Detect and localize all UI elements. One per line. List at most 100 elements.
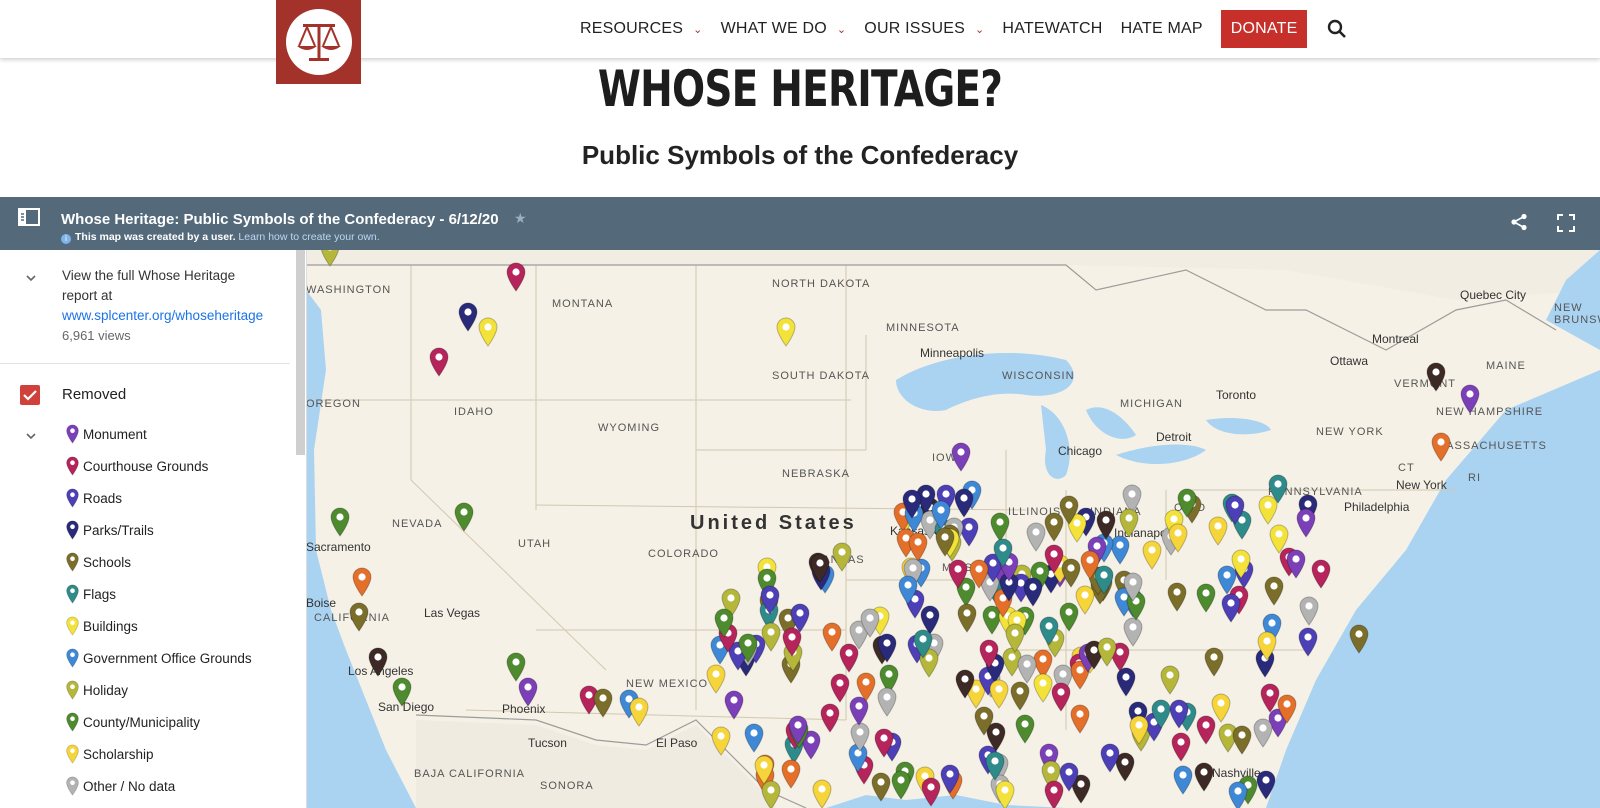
map-pin-icon[interactable] — [754, 755, 774, 785]
map-pin-icon[interactable] — [429, 347, 449, 377]
legend-item[interactable]: Parks/Trails — [66, 514, 252, 546]
map-pin-icon[interactable] — [871, 772, 891, 802]
map-pin-icon[interactable] — [1080, 550, 1100, 580]
donate-button[interactable]: DONATE — [1220, 10, 1308, 48]
map-pin-icon[interactable] — [1299, 596, 1319, 626]
map-pin-icon[interactable] — [1460, 384, 1480, 414]
chevron-down-icon[interactable] — [25, 430, 37, 442]
map-pin-icon[interactable] — [1277, 694, 1297, 725]
legend-item[interactable]: Other / No data — [66, 770, 252, 802]
map-pin-icon[interactable] — [948, 559, 968, 590]
search-icon[interactable] — [1327, 19, 1347, 39]
nav-hate-map[interactable]: HATE MAP — [1121, 20, 1203, 38]
legend-item[interactable]: Holiday — [66, 674, 252, 706]
map-pin-icon[interactable] — [877, 687, 897, 717]
map-pin-icon[interactable] — [902, 489, 922, 519]
map-pin-icon[interactable] — [629, 697, 649, 727]
map-pin-icon[interactable] — [921, 777, 941, 807]
nav-our-issues[interactable]: OUR ISSUES ⌄ — [864, 20, 984, 38]
map-pin-icon[interactable] — [978, 639, 999, 669]
map-pin-icon[interactable] — [776, 317, 796, 347]
map-pin-icon[interactable] — [478, 317, 498, 347]
map-pin-icon[interactable] — [1100, 743, 1120, 773]
learn-link[interactable]: Learn how to create your own. — [238, 231, 379, 243]
map-pin-icon[interactable] — [1015, 714, 1035, 744]
map-pin-icon[interactable] — [1033, 673, 1053, 704]
map-pin-icon[interactable] — [738, 633, 758, 663]
map-pin-icon[interactable] — [877, 633, 897, 663]
map-pin-icon[interactable] — [761, 622, 781, 653]
map-pin-icon[interactable] — [913, 629, 933, 660]
map-pin-icon[interactable] — [1177, 488, 1197, 518]
map-pin-icon[interactable] — [969, 559, 989, 589]
map-pin-icon[interactable] — [1168, 523, 1188, 553]
map-pin-icon[interactable] — [1023, 577, 1043, 607]
map-pin-icon[interactable] — [392, 677, 412, 707]
map-pin-icon[interactable] — [1257, 631, 1277, 662]
legend-item[interactable]: Scholarship — [66, 738, 252, 770]
map-pin-icon[interactable] — [593, 688, 613, 718]
map-pin-icon[interactable] — [1169, 699, 1189, 730]
legend-item[interactable]: Courthouse Grounds — [66, 450, 252, 482]
map-pin-icon[interactable] — [1296, 508, 1316, 538]
map-pin-icon[interactable] — [856, 672, 876, 702]
map-pin-icon[interactable] — [1204, 647, 1224, 677]
map-pin-icon[interactable] — [953, 488, 974, 518]
map-pin-icon[interactable] — [985, 751, 1005, 781]
star-icon[interactable]: ★ — [514, 210, 527, 227]
map-pin-icon[interactable] — [955, 669, 975, 700]
fullscreen-icon[interactable] — [1556, 213, 1576, 233]
map-pin-icon[interactable] — [352, 567, 372, 597]
map-pin-icon[interactable] — [518, 677, 538, 707]
nav-hatewatch[interactable]: HATEWATCH — [1002, 20, 1102, 38]
map-pin-icon[interactable] — [454, 502, 474, 532]
map-pin-icon[interactable] — [940, 764, 960, 794]
legend-item[interactable]: Flags — [66, 578, 252, 610]
map-pin-icon[interactable] — [1059, 495, 1079, 525]
map-pin-icon[interactable] — [1026, 522, 1046, 552]
map-pin-icon[interactable] — [1075, 585, 1095, 615]
map-pin-icon[interactable] — [1010, 681, 1030, 711]
map-pin-icon[interactable] — [1298, 627, 1318, 657]
map-pin-icon[interactable] — [874, 728, 894, 759]
map-pin-icon[interactable] — [1258, 495, 1278, 526]
map-pin-icon[interactable] — [1221, 593, 1241, 623]
map-pin-icon[interactable] — [1225, 495, 1245, 525]
map-pin-icon[interactable] — [1269, 524, 1289, 555]
map-pin-icon[interactable] — [995, 780, 1015, 808]
map-pin-icon[interactable] — [760, 585, 780, 615]
map-pin-icon[interactable] — [898, 575, 918, 605]
map-pin-icon[interactable] — [706, 664, 726, 694]
map-pin-icon[interactable] — [1142, 540, 1162, 570]
map-pin-icon[interactable] — [989, 679, 1009, 710]
map-pin-icon[interactable] — [1431, 432, 1451, 462]
map-pin-icon[interactable] — [1097, 637, 1117, 668]
legend-item[interactable]: Monument — [66, 418, 252, 450]
map-pin-icon[interactable] — [1232, 725, 1252, 755]
map-pin-icon[interactable] — [349, 602, 369, 632]
map-pin-icon[interactable] — [744, 723, 764, 753]
report-link[interactable]: www.splcenter.org/whoseheritage — [62, 306, 267, 326]
map-pin-icon[interactable] — [935, 527, 955, 558]
map-pin-icon[interactable] — [957, 603, 977, 634]
map-pin-icon[interactable] — [1253, 718, 1273, 748]
map-pin-icon[interactable] — [1228, 781, 1248, 808]
map-pin-icon[interactable] — [368, 647, 388, 677]
legend-item[interactable]: Roads — [66, 482, 252, 514]
map-pin-icon[interactable] — [330, 507, 350, 537]
legend-item[interactable]: County/Municipality — [66, 706, 252, 738]
map-pin-icon[interactable] — [320, 250, 340, 267]
map-pin-icon[interactable] — [1160, 665, 1180, 696]
map-pin-icon[interactable] — [1096, 510, 1116, 540]
map-pin-icon[interactable] — [506, 262, 526, 292]
map-pin-icon[interactable] — [820, 703, 840, 734]
map-pin-icon[interactable] — [714, 608, 734, 639]
map-pin-icon[interactable] — [724, 690, 744, 720]
map-pin-icon[interactable] — [1051, 682, 1071, 713]
map-canvas[interactable]: WASHINGTON MONTANA NORTH DAKOTA MINNESOTA SO… — [306, 250, 1600, 808]
map-pin-icon[interactable] — [1264, 576, 1284, 606]
map-pin-icon[interactable] — [830, 673, 850, 704]
map-pin-icon[interactable] — [1173, 765, 1193, 795]
splc-logo[interactable] — [276, 0, 361, 84]
map-pin-icon[interactable] — [788, 715, 808, 745]
